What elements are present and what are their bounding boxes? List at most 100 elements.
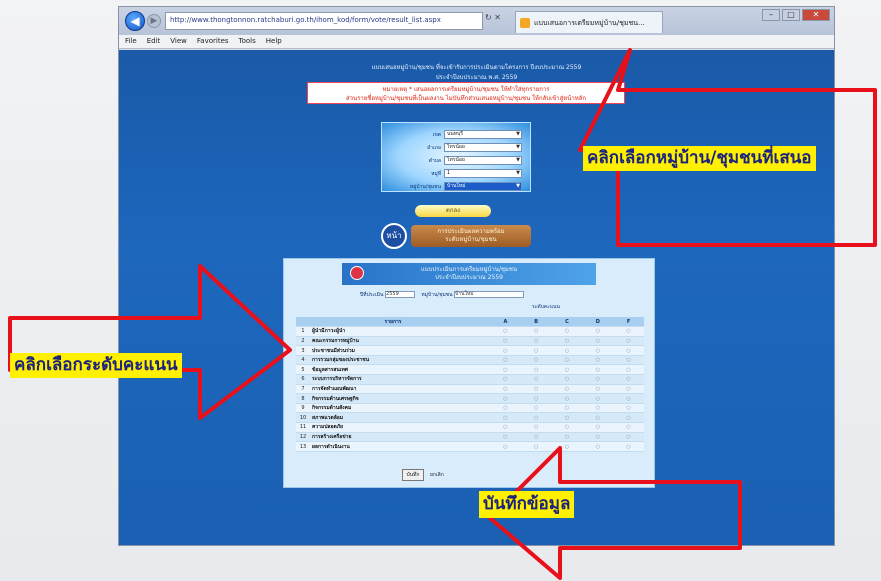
cancel-link[interactable]: ยกเลิก bbox=[430, 471, 444, 479]
score-radio-b[interactable]: ○ bbox=[520, 422, 552, 433]
moo-select[interactable]: 1 ▼ bbox=[444, 169, 522, 178]
score-radio-f[interactable]: ○ bbox=[613, 393, 644, 404]
refresh-icon[interactable]: ↻ ✕ bbox=[485, 13, 501, 22]
score-radio-d[interactable]: ○ bbox=[582, 441, 614, 452]
save-button[interactable]: บันทึก bbox=[402, 469, 424, 481]
score-radio-b[interactable]: ○ bbox=[520, 364, 552, 376]
menu-file[interactable]: File bbox=[125, 37, 137, 46]
close-icon[interactable]: ✕ bbox=[802, 9, 830, 21]
score-radio-f[interactable]: ○ bbox=[613, 422, 644, 433]
score-radio-a[interactable]: ○ bbox=[490, 374, 521, 385]
score-radio-c[interactable]: ○ bbox=[551, 326, 583, 337]
menu-view[interactable]: View bbox=[170, 37, 187, 46]
score-radio-b[interactable]: ○ bbox=[520, 355, 552, 366]
col-a-header: A bbox=[490, 317, 521, 328]
score-radio-c[interactable]: ○ bbox=[551, 432, 583, 443]
village-filter-select[interactable]: บ้านใหม่ bbox=[454, 291, 525, 298]
score-radio-c[interactable]: ○ bbox=[551, 345, 583, 356]
score-radio-a[interactable]: ○ bbox=[490, 432, 521, 443]
score-radio-c[interactable]: ○ bbox=[551, 393, 583, 404]
score-radio-d[interactable]: ○ bbox=[582, 422, 614, 433]
score-radio-b[interactable]: ○ bbox=[520, 326, 552, 337]
back-arrow-icon[interactable]: ◀ bbox=[125, 11, 145, 31]
menu-edit[interactable]: Edit bbox=[147, 37, 161, 46]
score-radio-b[interactable]: ○ bbox=[520, 441, 552, 452]
score-radio-b[interactable]: ○ bbox=[520, 345, 552, 356]
score-radio-d[interactable]: ○ bbox=[582, 432, 614, 443]
col-c-header: C bbox=[551, 317, 583, 328]
score-radio-f[interactable]: ○ bbox=[613, 336, 644, 347]
score-radio-c[interactable]: ○ bbox=[551, 336, 583, 347]
menu-favorites[interactable]: Favorites bbox=[197, 37, 229, 46]
score-radio-f[interactable]: ○ bbox=[613, 364, 644, 376]
score-radio-c[interactable]: ○ bbox=[551, 441, 583, 452]
table-row: 5 ข้อมูลสารสนเทศ ○ ○ ○ ○ ○ bbox=[296, 364, 644, 376]
menu-help[interactable]: Help bbox=[266, 37, 282, 46]
score-radio-c[interactable]: ○ bbox=[551, 355, 583, 366]
score-radio-b[interactable]: ○ bbox=[520, 432, 552, 443]
score-radio-f[interactable]: ○ bbox=[613, 432, 644, 443]
score-radio-f[interactable]: ○ bbox=[613, 374, 644, 385]
col-f-header: F bbox=[613, 317, 644, 328]
evaluation-link-button[interactable]: การประเมินผลความพร้อม ระดับหมู่บ้าน/ชุมช… bbox=[411, 225, 531, 247]
browser-window: ◀ ▶ http://www.thongtonnon.ratchaburi.go… bbox=[118, 6, 835, 546]
village-label: หมู่บ้าน/ชุมชน bbox=[421, 292, 453, 298]
score-radio-f[interactable]: ○ bbox=[613, 412, 644, 424]
score-radio-d[interactable]: ○ bbox=[582, 326, 614, 337]
maximize-icon[interactable]: □ bbox=[782, 9, 800, 21]
tambon-select[interactable]: ไทรน้อย ▼ bbox=[444, 156, 522, 165]
score-radio-c[interactable]: ○ bbox=[551, 384, 583, 395]
village-select[interactable]: บ้านใหม่ ▼ bbox=[444, 182, 522, 191]
score-radio-c[interactable]: ○ bbox=[551, 403, 583, 414]
score-radio-c[interactable]: ○ bbox=[551, 364, 583, 376]
score-radio-f[interactable]: ○ bbox=[613, 326, 644, 337]
minimize-icon[interactable]: – bbox=[762, 9, 780, 21]
score-radio-b[interactable]: ○ bbox=[520, 403, 552, 414]
score-radio-a[interactable]: ○ bbox=[490, 336, 521, 347]
score-radio-c[interactable]: ○ bbox=[551, 374, 583, 385]
score-radio-b[interactable]: ○ bbox=[520, 412, 552, 424]
score-radio-f[interactable]: ○ bbox=[613, 384, 644, 395]
score-radio-a[interactable]: ○ bbox=[490, 441, 521, 452]
score-radio-f[interactable]: ○ bbox=[613, 355, 644, 366]
score-radio-d[interactable]: ○ bbox=[582, 355, 614, 366]
year-select[interactable]: 2559 bbox=[385, 291, 416, 298]
score-radio-a[interactable]: ○ bbox=[490, 326, 521, 337]
score-radio-a[interactable]: ○ bbox=[490, 355, 521, 366]
amphoe-select[interactable]: ไทรน้อย ▼ bbox=[444, 143, 522, 152]
tab-title: แบบเสนอการเตรียมหมู่บ้าน/ชุมชน... bbox=[534, 19, 645, 27]
district-select[interactable]: นนทบุรี ▼ bbox=[444, 130, 522, 139]
score-radio-a[interactable]: ○ bbox=[490, 412, 521, 424]
score-radio-d[interactable]: ○ bbox=[582, 345, 614, 356]
score-radio-b[interactable]: ○ bbox=[520, 384, 552, 395]
score-radio-d[interactable]: ○ bbox=[582, 384, 614, 395]
score-radio-a[interactable]: ○ bbox=[490, 403, 521, 414]
select-row: หมู่ที่ 1 ▼ bbox=[390, 168, 522, 179]
warning-line-1: หมายเหตุ * เสนอผลการเตรียมหมู่บ้าน/ชุมชน… bbox=[382, 86, 550, 93]
score-radio-b[interactable]: ○ bbox=[520, 336, 552, 347]
score-radio-d[interactable]: ○ bbox=[582, 364, 614, 376]
score-radio-b[interactable]: ○ bbox=[520, 374, 552, 385]
score-radio-b[interactable]: ○ bbox=[520, 393, 552, 404]
menu-tools[interactable]: Tools bbox=[239, 37, 256, 46]
score-radio-d[interactable]: ○ bbox=[582, 393, 614, 404]
score-radio-a[interactable]: ○ bbox=[490, 364, 521, 376]
score-radio-a[interactable]: ○ bbox=[490, 345, 521, 356]
score-radio-d[interactable]: ○ bbox=[582, 403, 614, 414]
score-radio-d[interactable]: ○ bbox=[582, 336, 614, 347]
score-radio-d[interactable]: ○ bbox=[582, 374, 614, 385]
forward-arrow-icon[interactable]: ▶ bbox=[147, 14, 161, 28]
score-radio-a[interactable]: ○ bbox=[490, 393, 521, 404]
score-radio-d[interactable]: ○ bbox=[582, 412, 614, 424]
score-radio-c[interactable]: ○ bbox=[551, 412, 583, 424]
ok-button[interactable]: ตกลง bbox=[415, 205, 491, 217]
score-radio-f[interactable]: ○ bbox=[613, 345, 644, 356]
score-radio-c[interactable]: ○ bbox=[551, 422, 583, 433]
browser-tab[interactable]: แบบเสนอการเตรียมหมู่บ้าน/ชุมชน... bbox=[515, 11, 663, 33]
evaluation-link[interactable]: หน้า การประเมินผลความพร้อม ระดับหมู่บ้าน… bbox=[381, 222, 539, 250]
score-radio-a[interactable]: ○ bbox=[490, 422, 521, 433]
score-radio-f[interactable]: ○ bbox=[613, 441, 644, 452]
address-bar[interactable]: http://www.thongtonnon.ratchaburi.go.th/… bbox=[165, 12, 483, 30]
score-radio-f[interactable]: ○ bbox=[613, 403, 644, 414]
score-radio-a[interactable]: ○ bbox=[490, 384, 521, 395]
